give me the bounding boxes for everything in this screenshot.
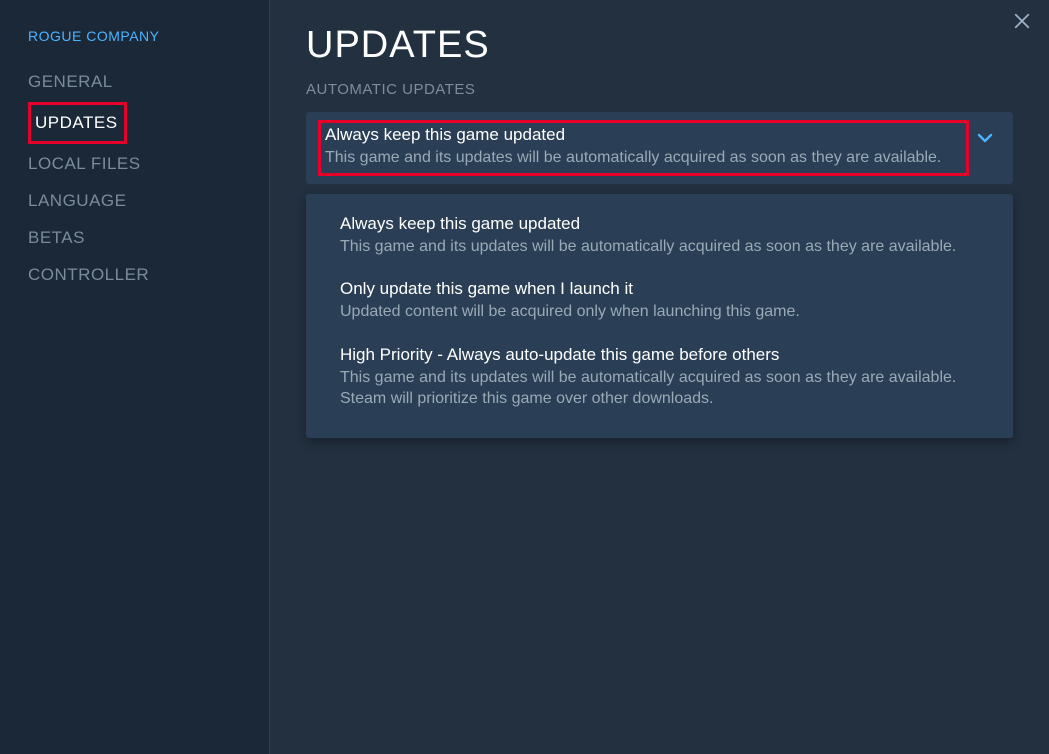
close-icon[interactable] [1013,12,1031,30]
sidebar: ROGUE COMPANY GENERAL UPDATES LOCAL FILE… [0,0,270,754]
sidebar-item-language[interactable]: LANGUAGE [28,183,269,219]
sidebar-item-general[interactable]: GENERAL [28,64,269,100]
option-title: Only update this game when I launch it [340,279,985,299]
update-option-always[interactable]: Always keep this game updated This game … [340,214,985,258]
section-label-automatic-updates: AUTOMATIC UPDATES [306,81,1013,98]
chevron-down-icon [977,130,993,151]
option-title: Always keep this game updated [340,214,985,234]
update-option-high-priority[interactable]: High Priority - Always auto-update this … [340,345,985,410]
sidebar-item-controller[interactable]: CONTROLLER [28,257,269,293]
game-title: ROGUE COMPANY [28,28,269,44]
option-desc: This game and its updates will be automa… [340,236,985,258]
dropdown-selected-desc: This game and its updates will be automa… [321,147,961,169]
page-title: UPDATES [306,24,1013,67]
sidebar-item-local-files[interactable]: LOCAL FILES [28,146,269,182]
main-panel: UPDATES AUTOMATIC UPDATES Always keep th… [270,0,1049,754]
update-option-on-launch[interactable]: Only update this game when I launch it U… [340,279,985,323]
update-mode-dropdown[interactable]: Always keep this game updated This game … [306,112,1013,184]
sidebar-item-betas[interactable]: BETAS [28,220,269,256]
option-desc: This game and its updates will be automa… [340,367,985,410]
sidebar-item-updates[interactable]: UPDATES [28,102,127,144]
dropdown-selected-title: Always keep this game updated [321,125,961,145]
option-desc: Updated content will be acquired only wh… [340,301,985,323]
update-options-panel: Always keep this game updated This game … [306,194,1013,438]
option-title: High Priority - Always auto-update this … [340,345,985,365]
